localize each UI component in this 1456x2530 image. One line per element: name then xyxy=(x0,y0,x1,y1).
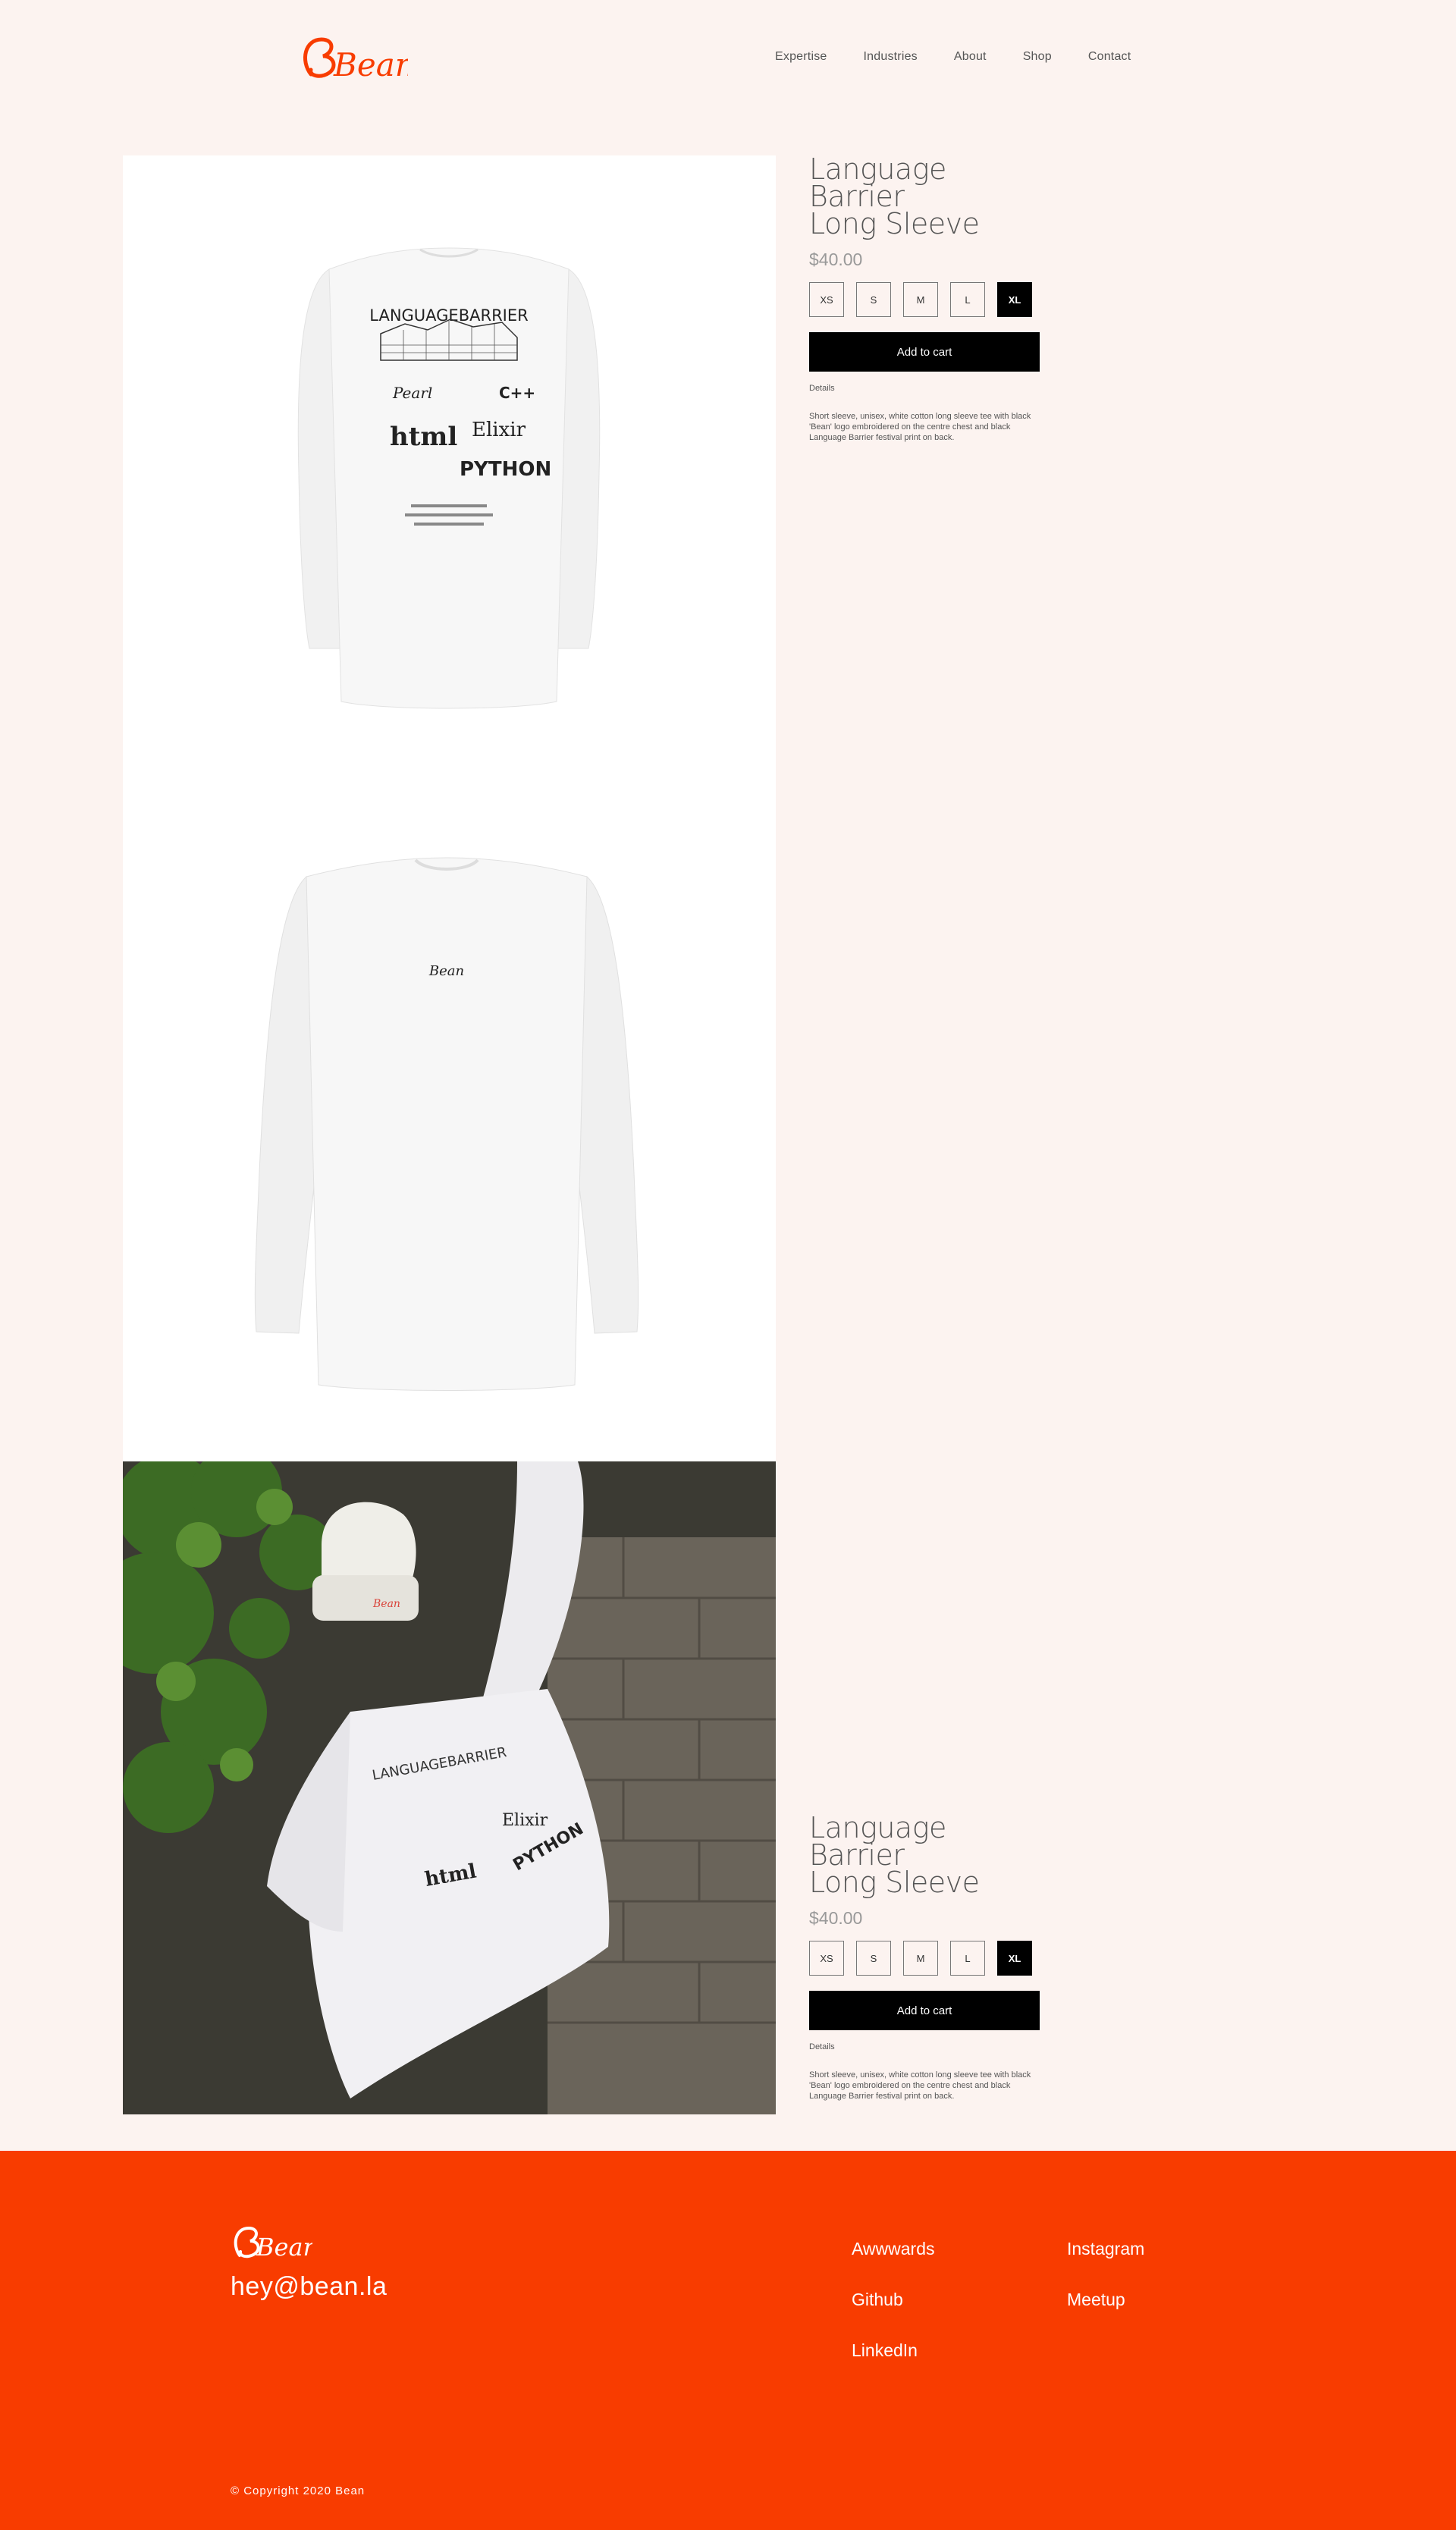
product-price: $40.00 xyxy=(809,250,863,269)
svg-text:Bean: Bean xyxy=(428,963,464,979)
product-title-line2: Long Sleeve xyxy=(809,207,980,240)
svg-text:PYTHON: PYTHON xyxy=(460,458,551,481)
nav-industries[interactable]: Industries xyxy=(864,50,918,64)
size-option-xs[interactable]: XS xyxy=(809,282,844,317)
size-selector: XS S M L XL xyxy=(809,282,1044,317)
size-option-xl[interactable]: XL xyxy=(997,282,1032,317)
product-image-back: LANGUAGEBARRIER Pearl C++ html Elixir PY… xyxy=(123,155,776,808)
svg-text:Bean: Bean xyxy=(333,46,408,83)
site-footer: Bean hey@bean.la Awwwards Instagram Gith… xyxy=(0,2151,1456,2530)
footer-link-meetup[interactable]: Meetup xyxy=(1067,2290,1125,2310)
product-info-panel: Language Barrier Long Sleeve $40.00 XS S… xyxy=(809,155,1044,443)
footer-email-link[interactable]: hey@bean.la xyxy=(231,2272,387,2302)
footer-logo[interactable]: Bean xyxy=(229,2221,318,2266)
product-title: Language Barrier Long Sleeve xyxy=(809,152,1044,240)
bean-logo-icon: Bean xyxy=(234,2226,318,2262)
add-to-cart-button[interactable]: Add to cart xyxy=(809,332,1040,372)
site-logo[interactable]: Bean xyxy=(294,30,416,91)
size-option-s[interactable]: S xyxy=(856,1941,891,1976)
footer-link-instagram[interactable]: Instagram xyxy=(1067,2239,1144,2259)
nav-expertise[interactable]: Expertise xyxy=(775,50,827,64)
svg-text:Elixir: Elixir xyxy=(502,1811,548,1830)
details-label: Details xyxy=(809,2042,835,2051)
model-photo-illustration: Bean LANGUAGEBARRIER html Elixir PYTHON xyxy=(123,1461,776,2114)
footer-link-github[interactable]: Github xyxy=(852,2290,903,2310)
nav-contact[interactable]: Contact xyxy=(1088,50,1131,64)
size-option-xs[interactable]: XS xyxy=(809,1941,844,1976)
product-title: Language Barrier Long Sleeve xyxy=(809,1811,1044,1899)
size-option-l[interactable]: L xyxy=(950,282,985,317)
product-description: Short sleeve, unisex, white cotton long … xyxy=(809,412,1031,442)
size-option-xl[interactable]: XL xyxy=(997,1941,1032,1976)
size-option-m[interactable]: M xyxy=(903,1941,938,1976)
product-info-panel-sticky: Language Barrier Long Sleeve $40.00 XS S… xyxy=(809,1811,1044,2102)
product-title-line2: Long Sleeve xyxy=(809,1866,980,1899)
footer-link-linkedin[interactable]: LinkedIn xyxy=(852,2340,918,2361)
nav-shop[interactable]: Shop xyxy=(1023,50,1052,64)
svg-text:Elixir: Elixir xyxy=(472,419,526,441)
footer-link-awwwards[interactable]: Awwwards xyxy=(852,2239,935,2259)
product-title-line1: Language Barrier xyxy=(809,1811,946,1872)
main-nav: Expertise Industries About Shop Contact xyxy=(775,50,1131,64)
svg-text:Bean: Bean xyxy=(256,2233,312,2262)
tshirt-back-illustration: LANGUAGEBARRIER Pearl C++ html Elixir PY… xyxy=(297,247,601,709)
size-option-s[interactable]: S xyxy=(856,282,891,317)
product-price: $40.00 xyxy=(809,1908,863,1928)
svg-text:C++: C++ xyxy=(499,384,535,402)
copyright-text: © Copyright 2020 Bean xyxy=(231,2484,366,2497)
size-selector: XS S M L XL xyxy=(809,1941,1044,1976)
product-description: Short sleeve, unisex, white cotton long … xyxy=(809,2070,1031,2101)
svg-text:Bean: Bean xyxy=(372,1598,400,1610)
size-option-m[interactable]: M xyxy=(903,282,938,317)
svg-text:html: html xyxy=(390,422,457,452)
tshirt-front-illustration: Bean xyxy=(254,857,639,1391)
add-to-cart-button[interactable]: Add to cart xyxy=(809,1991,1040,2030)
product-gallery: LANGUAGEBARRIER Pearl C++ html Elixir PY… xyxy=(123,155,776,2114)
details-label: Details xyxy=(809,384,835,393)
product-image-front: Bean xyxy=(123,808,776,1461)
size-option-l[interactable]: L xyxy=(950,1941,985,1976)
nav-about[interactable]: About xyxy=(954,50,987,64)
product-image-model: Bean LANGUAGEBARRIER html Elixir PYTHON xyxy=(123,1461,776,2114)
bean-logo-icon: Bean xyxy=(303,37,416,83)
svg-text:Pearl: Pearl xyxy=(392,384,432,402)
product-title-line1: Language Barrier xyxy=(809,152,946,213)
